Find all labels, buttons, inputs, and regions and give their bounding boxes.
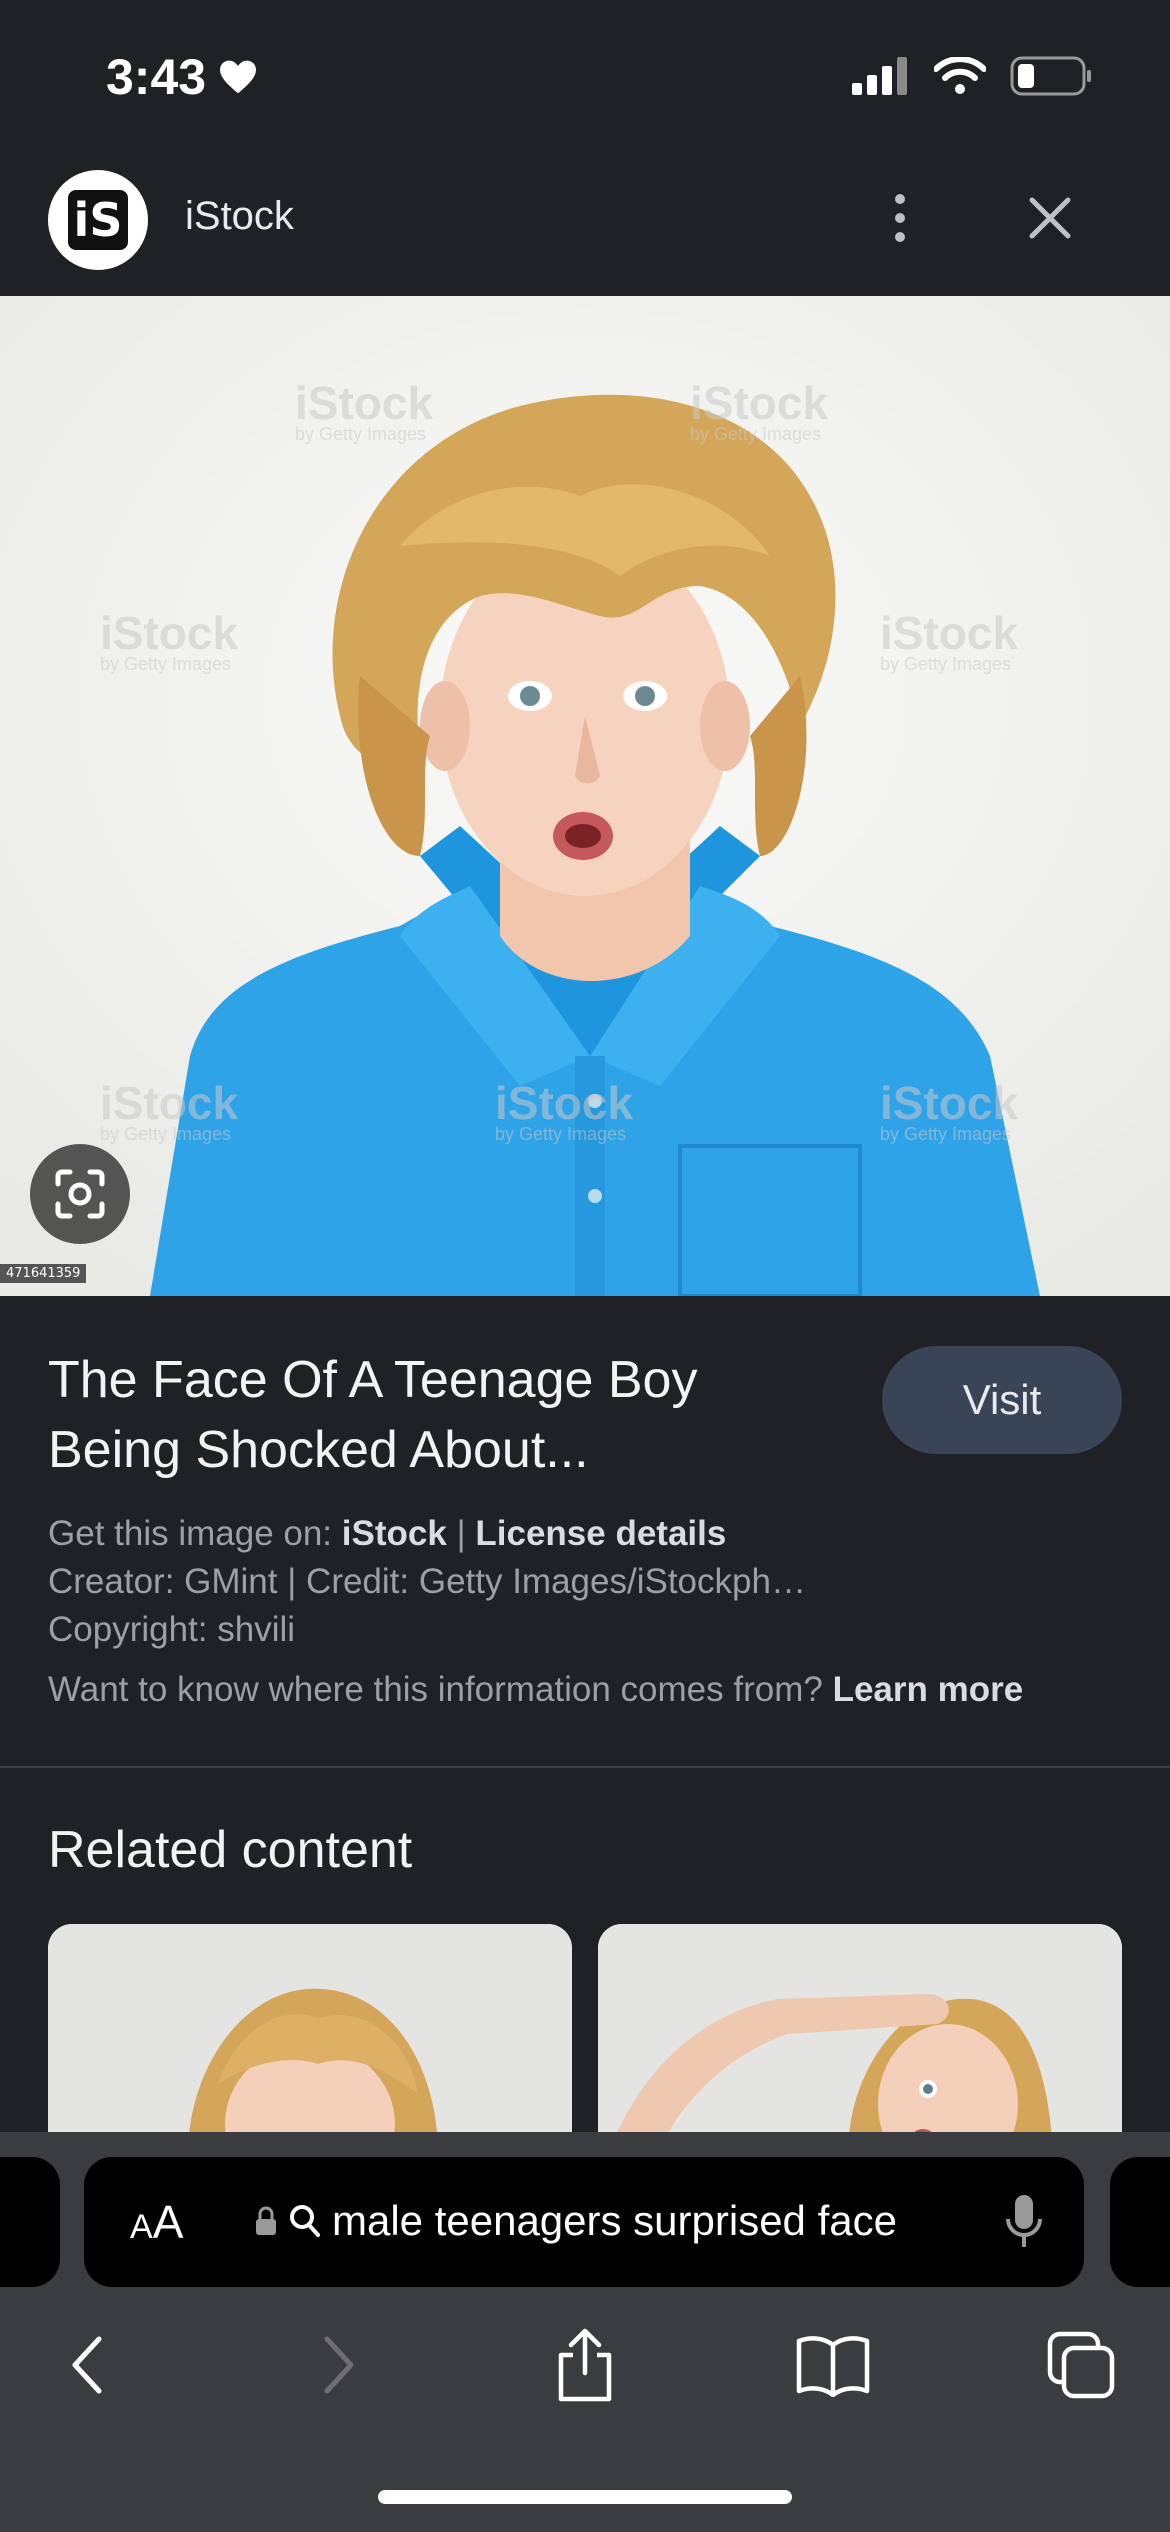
related-thumbnail[interactable] — [598, 1924, 1122, 2154]
wifi-icon — [934, 57, 986, 94]
result-title[interactable]: The Face Of A Teenage Boy Being Shocked … — [48, 1345, 808, 1485]
more-options-icon[interactable] — [880, 188, 920, 248]
clock-label: 3:43 — [106, 49, 207, 105]
watermark: iStock by Getty Images — [100, 1077, 239, 1144]
watermark: iStock by Getty Images — [495, 1077, 634, 1144]
source-header: iS iStock — [0, 150, 1170, 296]
next-tab-peek[interactable] — [1110, 2157, 1170, 2287]
license-details-link[interactable]: License details — [475, 1514, 726, 1553]
status-icons — [852, 56, 1092, 96]
search-icon — [290, 2205, 320, 2237]
cellular-signal-icon — [852, 57, 907, 95]
share-button[interactable] — [540, 2320, 630, 2410]
heart-icon — [220, 60, 257, 94]
microphone-icon[interactable] — [1004, 2193, 1044, 2251]
watermark: iStock by Getty Images — [880, 607, 1019, 674]
related-content-heading: Related content — [48, 1821, 413, 1879]
status-time: 3:43 — [106, 48, 258, 106]
related-photo-1 — [48, 1924, 572, 2154]
status-bar: 3:43 — [0, 0, 1170, 150]
site-name[interactable]: iStock — [185, 194, 294, 239]
previous-tab-peek[interactable] — [0, 2157, 60, 2287]
watermark: iStock by Getty Images — [100, 607, 239, 674]
source-line: Get this image on: iStock | License deta… — [48, 1514, 727, 1553]
search-query-text: male teenagers surprised face — [332, 2197, 897, 2244]
info-source-line: Want to know where this information come… — [48, 1670, 1024, 1709]
back-button[interactable] — [42, 2320, 132, 2410]
visit-button[interactable]: Visit — [882, 1346, 1122, 1454]
share-icon — [558, 2328, 612, 2402]
istock-logo[interactable]: iS — [48, 170, 148, 270]
copyright-line: Copyright: shvili — [48, 1610, 296, 1649]
bookmarks-button[interactable] — [788, 2320, 878, 2410]
forward-chevron-icon — [324, 2336, 354, 2394]
related-thumbnail[interactable] — [48, 1924, 572, 2154]
boy-photo-illustration — [0, 296, 1170, 1296]
back-chevron-icon — [72, 2336, 102, 2394]
lens-icon — [55, 1169, 105, 1219]
address-bar[interactable]: AA male teenagers surprised face — [84, 2157, 1084, 2287]
close-icon[interactable] — [1020, 188, 1080, 248]
address-query[interactable]: male teenagers surprised face — [254, 2197, 897, 2245]
watermark: iStock by Getty Images — [690, 377, 829, 444]
watermark: iStock by Getty Images — [295, 377, 434, 444]
tabs-button[interactable] — [1036, 2320, 1126, 2410]
watermark: iStock by Getty Images — [880, 1077, 1019, 1144]
google-lens-button[interactable] — [30, 1144, 130, 1244]
logo-mark: iS — [68, 190, 128, 250]
battery-icon — [1010, 56, 1091, 96]
lock-icon — [256, 2206, 276, 2235]
source-link[interactable]: iStock — [342, 1514, 447, 1553]
forward-button[interactable] — [294, 2320, 384, 2410]
bookmarks-book-icon — [796, 2336, 870, 2397]
text-size-button[interactable]: AA — [130, 2195, 183, 2249]
related-photo-2 — [598, 1924, 1122, 2154]
result-image[interactable]: iStock by Getty Images iStock by Getty Ima… — [0, 296, 1170, 1296]
creator-line: Creator: GMint | Credit: Getty Images/iS… — [48, 1562, 806, 1601]
tabs-icon — [1047, 2331, 1115, 2399]
section-divider — [0, 1766, 1170, 1768]
home-indicator — [378, 2490, 792, 2504]
image-id-label: 471641359 — [0, 1264, 87, 1283]
learn-more-link[interactable]: Learn more — [833, 1670, 1024, 1709]
